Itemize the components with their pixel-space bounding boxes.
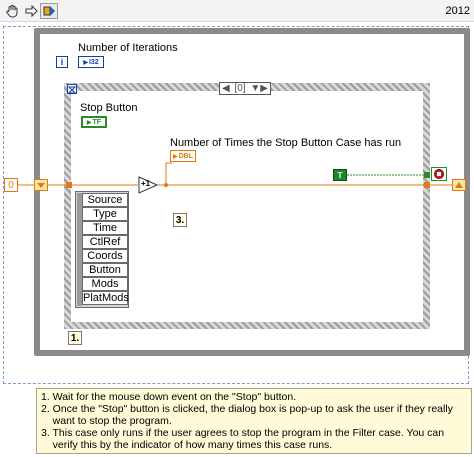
case-note: 3. [173,213,187,227]
shift-register-right[interactable] [452,179,466,191]
stop-condition-terminal[interactable] [431,167,447,181]
comment-line: 3. This case only runs if the user agree… [41,427,445,439]
arrow-up-icon [455,182,463,188]
boolean-tunnel[interactable] [424,172,430,178]
input-tunnel[interactable] [66,182,72,188]
comment-line: 1. Wait for the mouse down event on the … [41,391,297,403]
stop-sign-icon [434,169,444,179]
arrow-down-icon [37,183,45,188]
comment-line: 2. Once the "Stop" button is clicked, th… [41,403,453,415]
true-constant[interactable]: T [333,169,347,181]
init-constant[interactable]: 0 [4,178,18,192]
comment-box: 1. Wait for the mouse down event on the … [36,388,472,454]
loop-note: 1. [68,331,82,345]
shift-register-left[interactable] [34,179,48,191]
comment-line: verify this by the indicator of how many… [41,439,333,451]
output-tunnel[interactable] [424,182,430,188]
comment-line: want to stop the program. [41,415,172,427]
increment-label: +1 [141,179,151,188]
